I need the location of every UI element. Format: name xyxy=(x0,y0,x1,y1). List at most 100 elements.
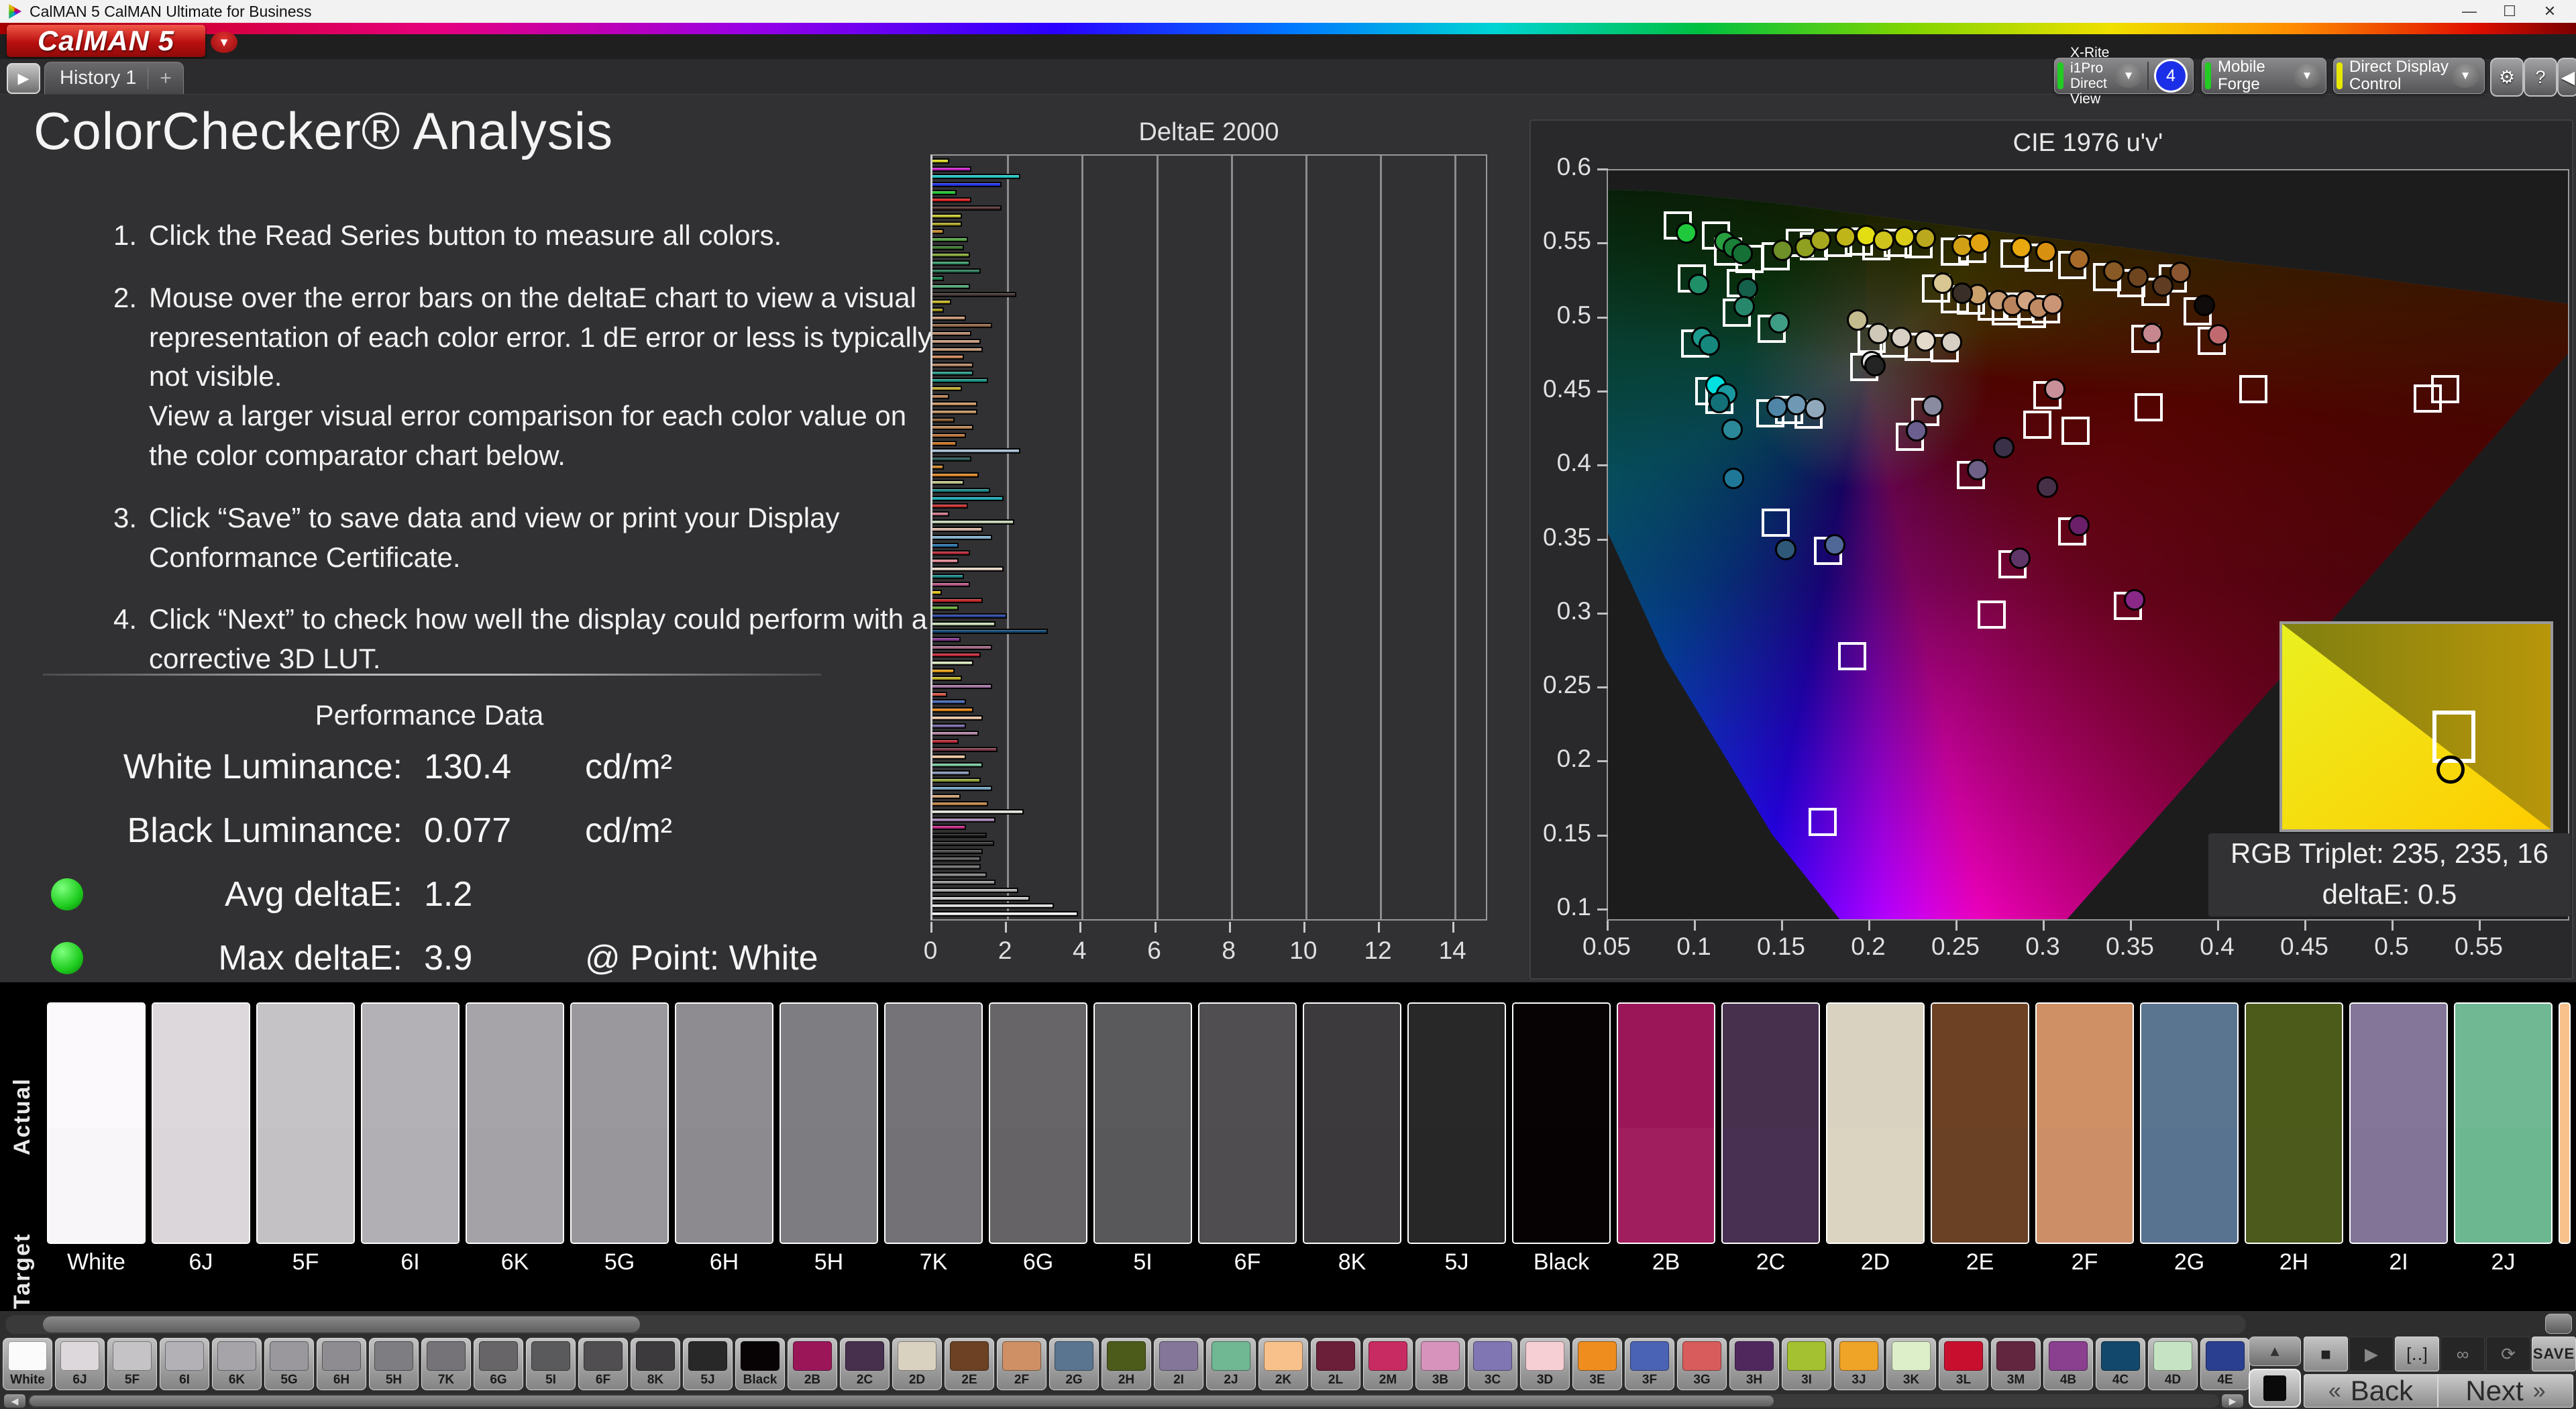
deltae-bar[interactable] xyxy=(932,652,981,658)
cie-measured-point[interactable] xyxy=(2042,293,2063,315)
next-button[interactable]: Next » xyxy=(2438,1374,2573,1408)
logo-dropdown-button[interactable]: ▼ xyxy=(211,32,237,53)
deltae-bar[interactable] xyxy=(932,644,992,650)
comparator-patch-2J[interactable] xyxy=(2455,1004,2551,1243)
comparator-patch-6I[interactable] xyxy=(362,1004,458,1243)
swatch-button-6G[interactable]: 6G xyxy=(474,1338,523,1390)
deltae-bar[interactable] xyxy=(932,574,965,580)
deltae-bar[interactable] xyxy=(932,597,983,603)
deltae-bar[interactable] xyxy=(932,158,949,164)
deltae-bar[interactable] xyxy=(932,448,1020,454)
deltae-chart[interactable] xyxy=(930,154,1487,921)
swatch-button-2K[interactable]: 2K xyxy=(1258,1338,1308,1390)
swatch-button-2F[interactable]: 2F xyxy=(997,1338,1046,1390)
comparator-patch-2E[interactable] xyxy=(1932,1004,2028,1243)
history-play-button[interactable]: ▶ xyxy=(7,63,40,94)
swatch-button-2B[interactable]: 2B xyxy=(788,1338,837,1390)
deltae-bar[interactable] xyxy=(932,668,955,674)
deltae-bar[interactable] xyxy=(932,848,983,854)
swatch-button-3B[interactable]: 3B xyxy=(1415,1338,1465,1390)
cie-measured-point[interactable] xyxy=(1868,322,1889,344)
deltae-bar[interactable] xyxy=(932,715,983,721)
collapse-panel-button[interactable]: ◀ xyxy=(2557,58,2576,97)
cie-measured-point[interactable] xyxy=(1951,282,1973,305)
strip-corner-button[interactable] xyxy=(2545,1314,2572,1334)
swatch-button-4B[interactable]: 4B xyxy=(2043,1338,2093,1390)
close-icon[interactable]: ✕ xyxy=(2530,0,2569,23)
cie-measured-point[interactable] xyxy=(2043,378,2065,401)
scroll-left-button[interactable]: ◀ xyxy=(4,1394,25,1408)
comparator-patch-6J[interactable] xyxy=(153,1004,249,1243)
deltae-bar[interactable] xyxy=(932,221,963,227)
cie-measured-point[interactable] xyxy=(2127,266,2149,288)
deltae-bar[interactable] xyxy=(932,385,963,391)
deltae-bar[interactable] xyxy=(932,817,996,823)
scrollbar-thumb[interactable] xyxy=(43,1316,640,1333)
deltae-bar[interactable] xyxy=(932,205,1002,211)
meter-dropdown[interactable]: X-Rite i1Pro Direct View ▼ 4 xyxy=(2054,45,2194,107)
deltae-bar[interactable] xyxy=(932,911,1078,917)
cie-measured-point[interactable] xyxy=(1733,295,1755,317)
add-tab-button[interactable]: + xyxy=(148,67,183,90)
deltae-bar[interactable] xyxy=(932,887,1018,893)
swatch-button-8K[interactable]: 8K xyxy=(631,1338,680,1390)
patch-list-scrollbar-bottom[interactable] xyxy=(28,1394,2219,1408)
deltae-bar[interactable] xyxy=(932,456,972,462)
cie-measured-point[interactable] xyxy=(1688,273,1710,295)
deltae-bar[interactable] xyxy=(932,746,998,752)
deltae-bar[interactable] xyxy=(932,197,972,203)
cie-measured-point[interactable] xyxy=(2035,241,2057,263)
deltae-bar[interactable] xyxy=(932,527,983,533)
swatch-button-6K[interactable]: 6K xyxy=(212,1338,262,1390)
cie-measured-point[interactable] xyxy=(2141,322,2163,344)
deltae-bar[interactable] xyxy=(932,535,992,540)
deltae-bar[interactable] xyxy=(932,895,1030,901)
cie-measured-point[interactable] xyxy=(1864,355,1886,377)
swatch-button-6F[interactable]: 6F xyxy=(578,1338,628,1390)
deltae-bar[interactable] xyxy=(932,182,1002,188)
swatch-button-3D[interactable]: 3D xyxy=(1520,1338,1570,1390)
read-series-button[interactable]: [‥] xyxy=(2395,1337,2439,1371)
stop-button[interactable]: ■ xyxy=(2304,1337,2348,1371)
deltae-bar[interactable] xyxy=(932,189,957,195)
tab-history-1[interactable]: History 1 + xyxy=(44,62,184,94)
comparator-patch-2B[interactable] xyxy=(1618,1004,1714,1243)
swatch-button-3J[interactable]: 3J xyxy=(1834,1338,1884,1390)
swatch-button-3E[interactable]: 3E xyxy=(1572,1338,1622,1390)
comparator-patch-2F[interactable] xyxy=(2037,1004,2133,1243)
cie-measured-point[interactable] xyxy=(1723,467,1745,489)
deltae-bar[interactable] xyxy=(932,856,981,862)
deltae-bar[interactable] xyxy=(932,252,970,258)
swatch-button-5I[interactable]: 5I xyxy=(526,1338,576,1390)
deltae-bar[interactable] xyxy=(932,229,944,235)
settings-button[interactable]: ⚙ xyxy=(2490,58,2524,97)
deltae-bar[interactable] xyxy=(932,378,989,384)
cie-measured-point[interactable] xyxy=(1721,419,1743,441)
display-control-dropdown[interactable]: Direct Display Control ▼ xyxy=(2333,58,2485,94)
cie-measured-point[interactable] xyxy=(2008,547,2031,569)
deltae-bar[interactable] xyxy=(932,346,983,352)
swatch-button-4E[interactable]: 4E xyxy=(2200,1338,2250,1390)
deltae-bar[interactable] xyxy=(932,440,957,446)
swatch-button-6J[interactable]: 6J xyxy=(55,1338,105,1390)
deltae-bar[interactable] xyxy=(932,738,959,744)
cie-measured-point[interactable] xyxy=(1872,229,1894,251)
cie-measured-point[interactable] xyxy=(1775,538,1797,560)
deltae-bar[interactable] xyxy=(932,762,983,768)
deltae-bar[interactable] xyxy=(932,487,991,493)
deltae-bar[interactable] xyxy=(932,503,968,509)
deltae-bar[interactable] xyxy=(932,691,948,697)
current-patch-button[interactable] xyxy=(2249,1369,2301,1408)
comparator-patch-5I[interactable] xyxy=(1095,1004,1191,1243)
deltae-bar[interactable] xyxy=(932,409,977,415)
cie-measured-point[interactable] xyxy=(1846,309,1868,331)
deltae-bar[interactable] xyxy=(932,299,951,305)
swatch-button-3H[interactable]: 3H xyxy=(1729,1338,1779,1390)
deltae-bar[interactable] xyxy=(932,723,967,729)
deltae-bar[interactable] xyxy=(932,629,1049,635)
deltae-bar[interactable] xyxy=(932,833,987,839)
swatch-button-5F[interactable]: 5F xyxy=(107,1338,157,1390)
save-button[interactable]: SAVE xyxy=(2532,1337,2576,1371)
deltae-bar[interactable] xyxy=(932,589,942,595)
cie-measured-point[interactable] xyxy=(2169,262,2191,284)
